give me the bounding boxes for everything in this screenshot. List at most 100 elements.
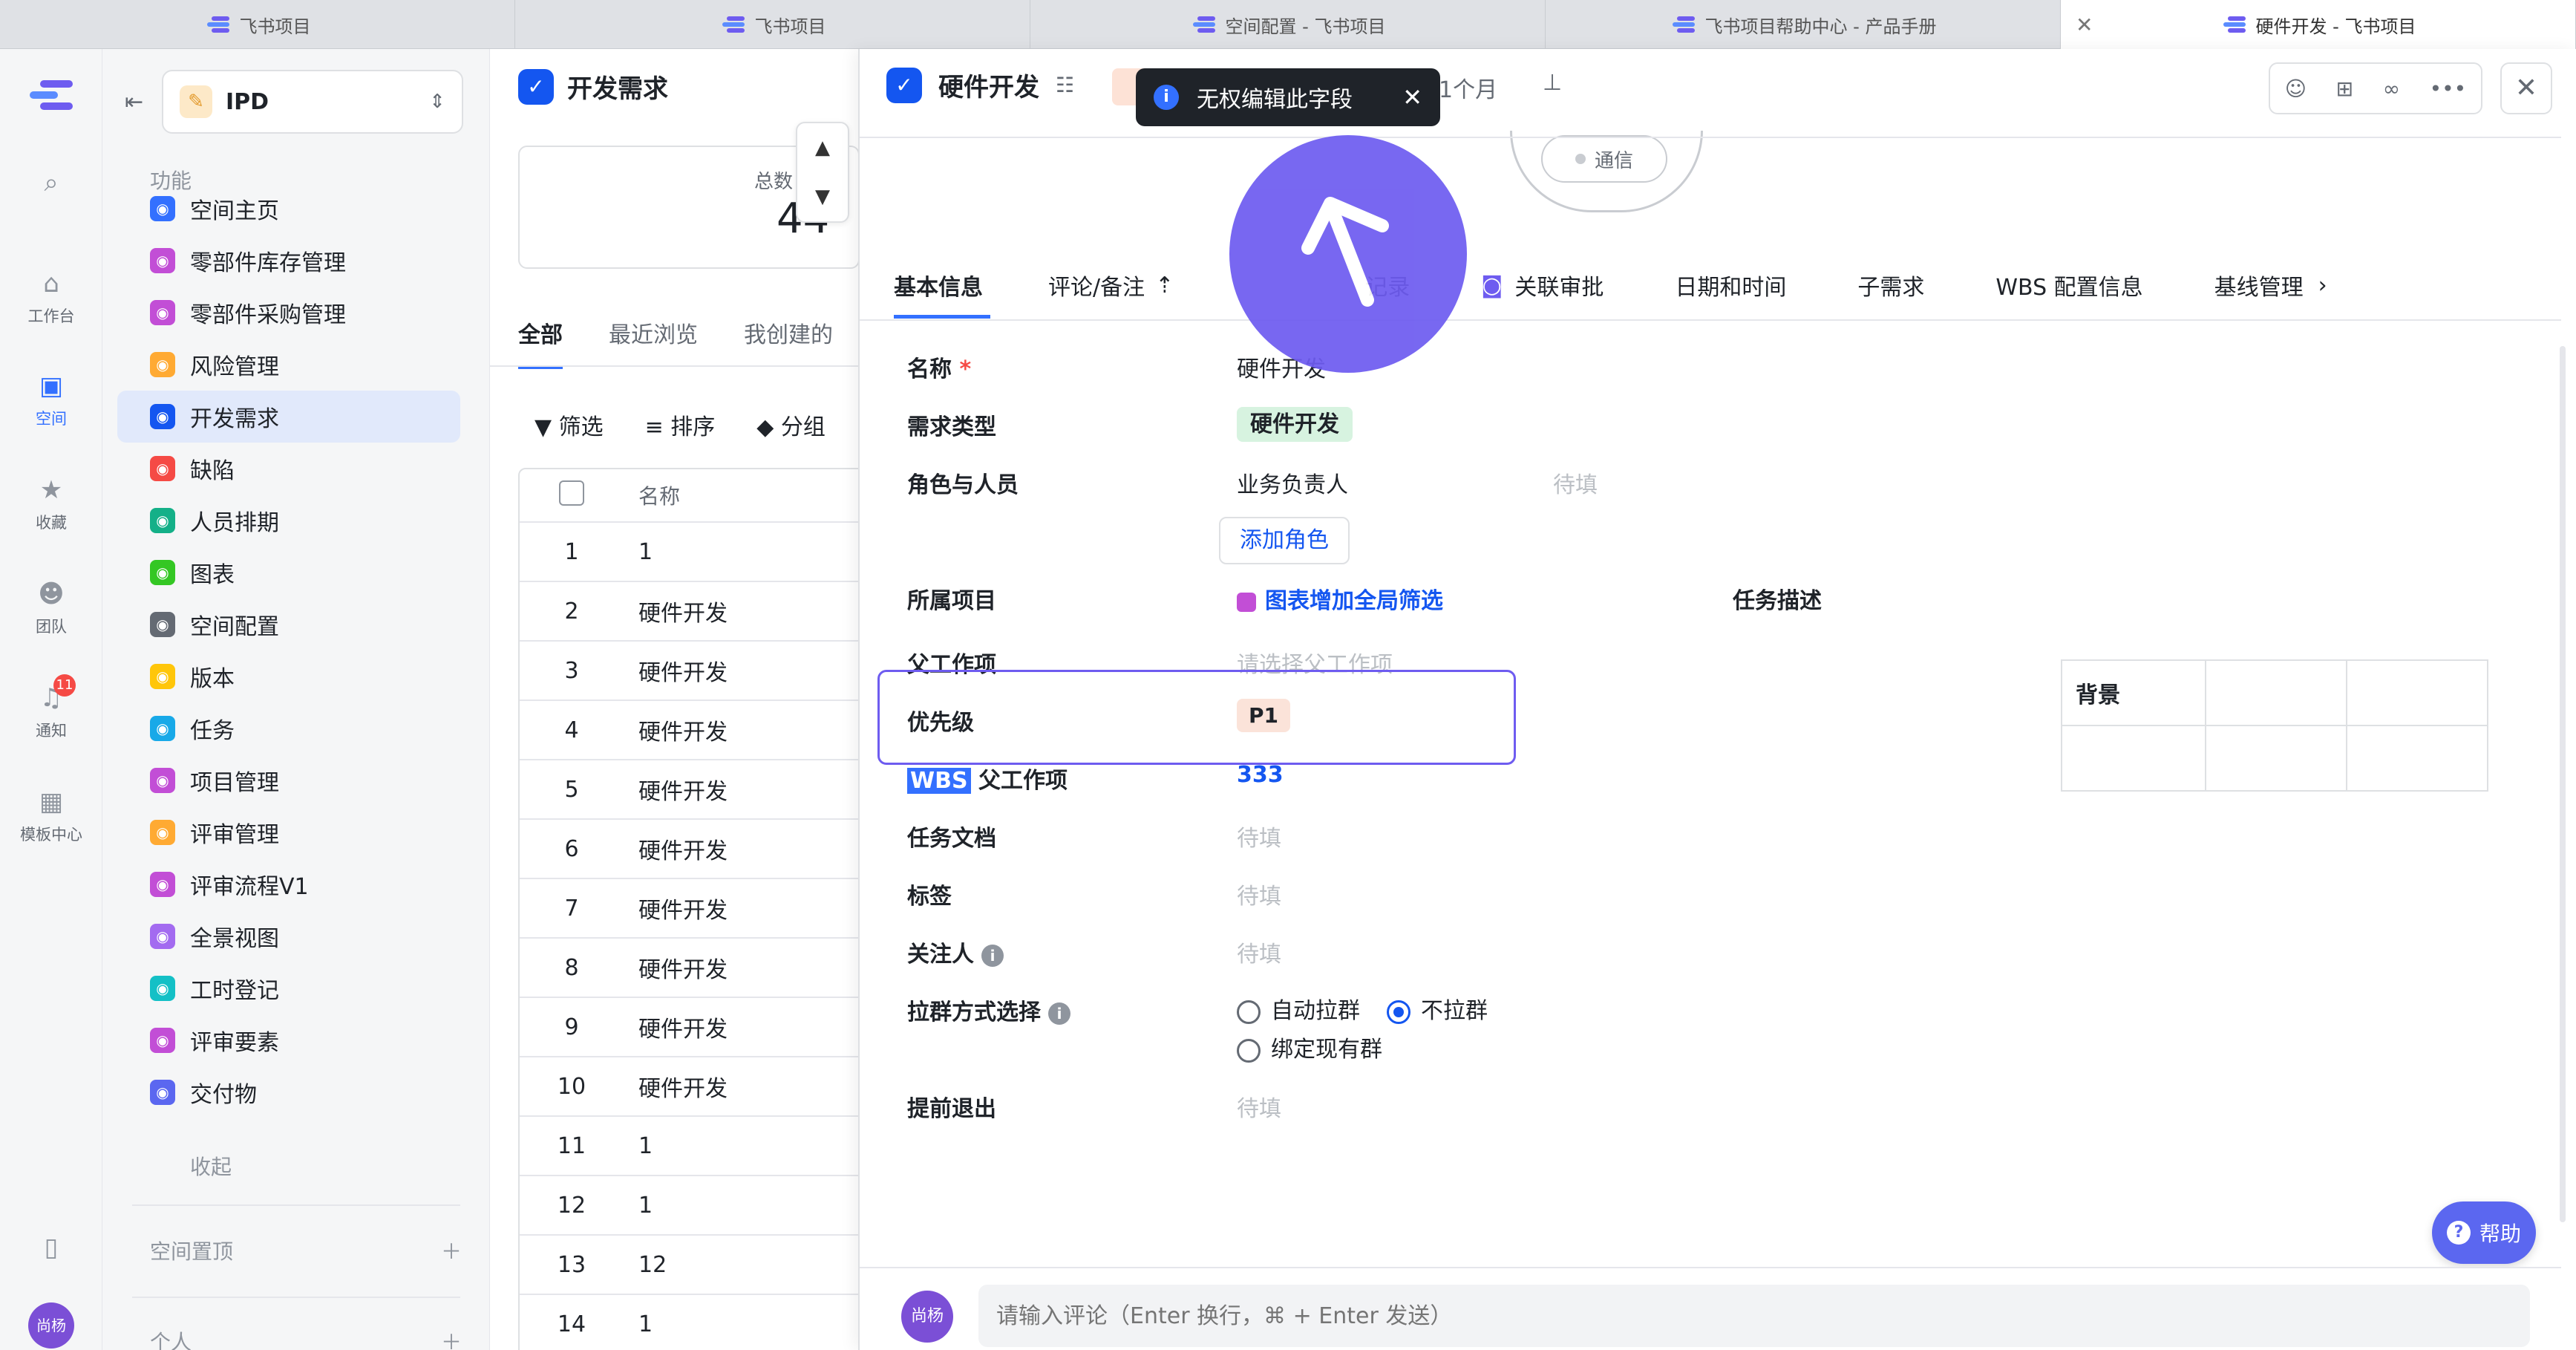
field-value-priority[interactable]: P1 [1237,699,1291,732]
row-name[interactable]: 1 [624,1193,866,1219]
rail-search[interactable]: ⌕ [0,168,102,203]
plus-icon[interactable]: ＋ [441,1236,462,1265]
rail-item-workbench[interactable]: ⌂ 工作台 [0,269,102,327]
sidebar-item[interactable]: ◉ 工时登记 [117,962,460,1014]
table-row[interactable]: 13 12 [520,1236,866,1295]
row-name[interactable]: 1 [624,539,866,565]
field-value-type[interactable]: 硬件开发 [1237,405,1353,442]
tree-icon[interactable]: ☷ [1056,73,1074,97]
sidebar-item[interactable]: ◉ 评审管理 [117,806,460,858]
table-row[interactable]: 12 1 [520,1176,866,1236]
field-value-early-exit[interactable]: 待填 [1237,1090,1281,1123]
rail-item-templates[interactable]: ▦ 模板中心 [0,787,102,845]
row-name[interactable]: 12 [624,1252,866,1278]
filter-button[interactable]: ▼ 筛选 [535,408,604,441]
sidebar-item[interactable]: ◉ 人员排期 [117,495,460,547]
row-name[interactable]: 硬件开发 [624,773,866,806]
sidebar-item[interactable]: ◉ 评审流程V1 [117,858,460,910]
field-value-wbs-parent[interactable]: 333 [1237,762,1284,788]
row-name[interactable]: 硬件开发 [624,951,866,984]
sidebar-item[interactable]: ◉ 交付物 [117,1066,460,1118]
sidebar-item[interactable]: ◉ 项目管理 [117,754,460,806]
browser-tab-2[interactable]: 飞书项目 [515,0,1030,49]
tab-all[interactable]: 全部 [518,316,563,369]
app-logo-icon[interactable] [30,77,73,113]
tab-linked-approval[interactable]: 关联审批 [1514,269,1604,301]
arrow-up-icon[interactable]: ▲ [797,123,848,172]
detail-scrollbar[interactable] [2560,346,2566,1222]
sidebar-item[interactable]: ◉ 图表 [117,547,460,599]
tab-recent[interactable]: 最近浏览 [609,316,698,369]
pin-icon[interactable]: ⊥ [1543,70,1562,96]
project-link[interactable]: 图表增加全局筛选 [1265,588,1443,614]
row-name[interactable]: 硬件开发 [624,892,866,925]
radio-auto-group[interactable]: 自动拉群 [1237,992,1360,1025]
task-description-table[interactable]: 背景 [2060,659,2488,792]
tab-date-time[interactable]: 日期和时间 [1675,269,1786,301]
tab-comments[interactable]: 评论/备注 [1048,269,1145,301]
table-row[interactable]: 6 硬件开发 [520,820,866,879]
sidebar-item[interactable]: ◉ 版本 [117,650,460,702]
plus-icon[interactable]: ＋ [441,1326,462,1350]
row-name[interactable]: 硬件开发 [624,1070,866,1103]
radio-bind-group[interactable]: 绑定现有群 [1237,1031,1382,1063]
table-row[interactable]: 14 1 [520,1295,866,1350]
rail-item-space[interactable]: ▣ 空间 [0,371,102,429]
sidebar-item[interactable]: ◉ 缺陷 [117,443,460,495]
table-row[interactable]: 4 硬件开发 [520,701,866,760]
sort-button[interactable]: ≡ 排序 [645,408,716,441]
bookmark-icon[interactable]: ⊞ [2336,76,2353,101]
table-row[interactable]: 8 硬件开发 [520,939,866,998]
table-row[interactable]: 11 [520,523,866,582]
table-row[interactable]: 2 硬件开发 [520,582,866,642]
tab-close-icon[interactable]: ✕ [2076,13,2093,37]
sidebar-item[interactable]: ◉ 全景视图 [117,910,460,962]
tab-baseline[interactable]: 基线管理 [2214,269,2304,301]
field-value-doc[interactable]: 待填 [1237,820,1281,852]
rail-item-notifications[interactable]: ♫ 11 通知 [0,674,102,741]
table-cell[interactable] [2346,659,2488,726]
sidebar-item[interactable]: ◉ 开发需求 [117,391,460,443]
table-cell[interactable] [2205,725,2348,792]
members-icon[interactable]: ☺ [2285,76,2307,101]
more-icon[interactable]: ••• [2430,76,2467,101]
collapse-sidebar-icon[interactable]: ⇤ [125,89,143,115]
close-detail-button[interactable]: ✕ [2500,62,2552,114]
table-row[interactable]: 9 硬件开发 [520,998,866,1057]
link-icon[interactable]: ∞ [2383,76,2400,101]
row-name[interactable]: 硬件开发 [624,832,866,865]
browser-tab-4[interactable]: 飞书项目帮助中心 - 产品手册 [1546,0,2061,49]
rail-mobile[interactable]: ▯ [0,1233,102,1268]
table-row[interactable]: 3 硬件开发 [520,642,866,701]
info-icon[interactable]: i [1048,1002,1070,1025]
sidebar-item[interactable]: ◉ 任务 [117,702,460,754]
sidebar-collapse-link[interactable]: 收起 [190,1151,232,1181]
browser-tab-3[interactable]: 空间配置 - 飞书项目 [1030,0,1546,49]
add-role-button[interactable]: 添加角色 [1219,517,1350,564]
row-name[interactable]: 硬件开发 [624,654,866,687]
tab-sub-requirement[interactable]: 子需求 [1857,269,1924,301]
column-header-name[interactable]: 名称 [624,480,866,510]
table-row[interactable]: 5 硬件开发 [520,760,866,820]
row-name[interactable]: 1 [624,1133,866,1159]
table-cell[interactable] [2205,659,2348,726]
table-row[interactable]: 11 1 [520,1117,866,1176]
table-cell-background[interactable]: 背景 [2060,659,2207,726]
sidebar-item[interactable]: ◉ 零部件库存管理 [117,235,460,287]
row-name[interactable]: 1 [624,1311,866,1337]
row-name[interactable]: 硬件开发 [624,595,866,627]
workflow-node[interactable]: 通信 [1541,135,1667,183]
close-icon[interactable]: ✕ [1402,83,1422,111]
sidebar-item[interactable]: ◉ 零部件采购管理 [117,287,460,339]
tab-basic-info[interactable]: 基本信息 [894,269,983,301]
help-button[interactable]: ? 帮助 [2432,1201,2536,1264]
sidebar-group-pinned[interactable]: 空间置顶 ＋ [150,1236,462,1265]
comment-input[interactable] [978,1285,2530,1347]
select-all-checkbox[interactable] [559,480,584,506]
field-value-role-person[interactable]: 待填 [1553,466,1598,499]
rail-item-favorites[interactable]: ★ 收藏 [0,475,102,533]
space-switcher[interactable]: ✎ IPD ⇕ [162,70,463,134]
table-row[interactable]: 7 硬件开发 [520,879,866,939]
rail-item-team[interactable]: ☻ 团队 [0,579,102,637]
browser-tab-1[interactable]: 飞书项目 [0,0,515,49]
